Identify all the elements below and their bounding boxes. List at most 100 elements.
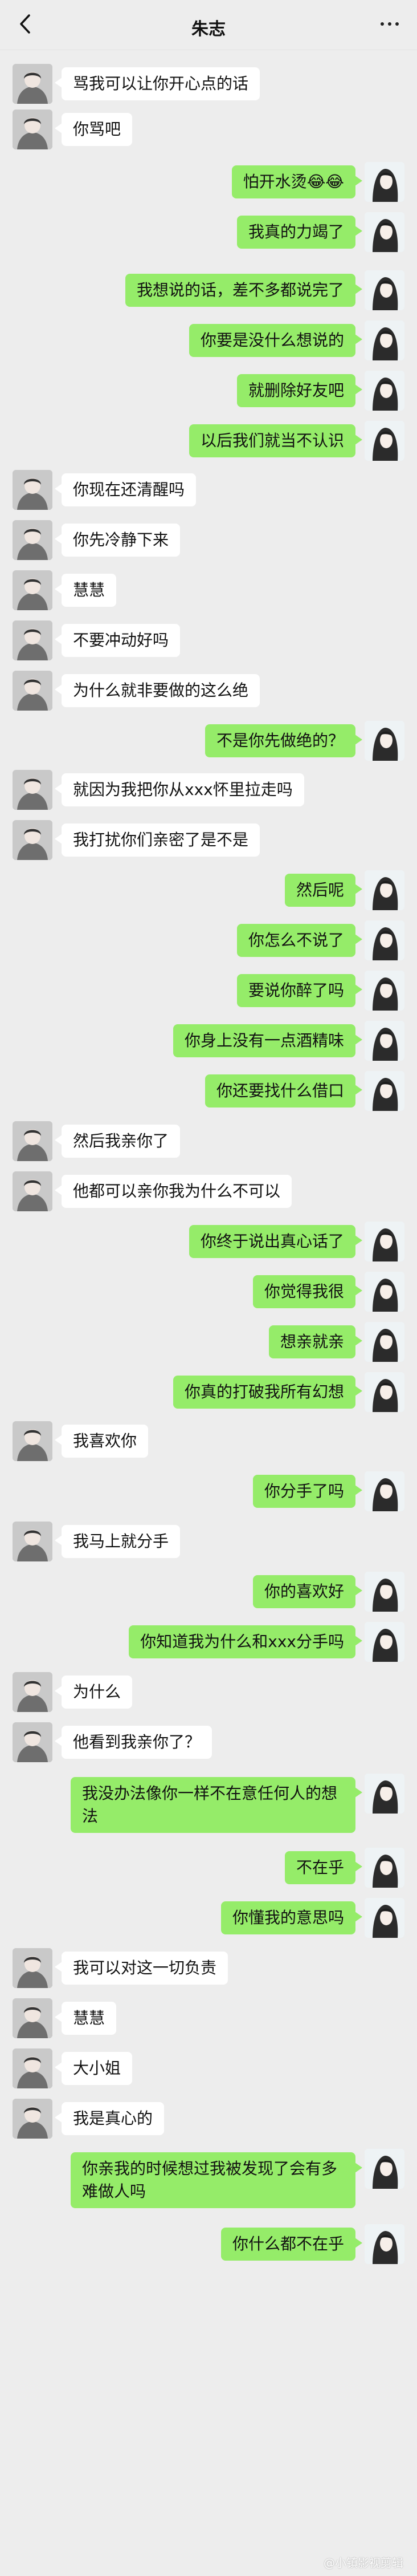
my-avatar[interactable] [365,721,404,761]
message-row-incoming: 他都可以亲你我为什么不可以 [0,1171,417,1211]
contact-avatar[interactable] [13,64,52,104]
contact-avatar[interactable] [13,520,52,560]
contact-avatar[interactable] [13,820,52,860]
message-bubble[interactable]: 我喜欢你 [54,1425,149,1458]
my-avatar[interactable] [365,162,404,202]
message-bubble[interactable]: 他看到我亲你了？ [54,1726,212,1759]
message-bubble[interactable]: 你分手了吗 [252,1475,363,1508]
message-bubble[interactable]: 不是你先做绝的？ [205,724,363,757]
my-avatar[interactable] [365,1572,404,1612]
contact-avatar[interactable] [13,1672,52,1712]
message-bubble[interactable]: 你现在还清醒吗 [54,473,197,506]
my-avatar[interactable] [365,321,404,360]
my-avatar[interactable] [365,270,404,310]
message-bubble[interactable]: 要说你醉了吗 [236,974,363,1007]
my-avatar[interactable] [365,371,404,411]
message-bubble[interactable]: 我真的力竭了 [236,216,363,249]
message-bubble[interactable]: 然后我亲你了 [54,1125,181,1158]
contact-avatar[interactable] [13,1722,52,1762]
more-button[interactable] [376,13,403,35]
message-row-incoming: 为什么就非要做的这么绝 [0,671,417,711]
contact-avatar[interactable] [13,1121,52,1161]
my-avatar[interactable] [365,1898,404,1938]
message-bubble[interactable]: 我打扰你们亲密了是不是 [54,823,260,857]
message-bubble[interactable]: 我想说的话，差不多都说完了 [125,274,363,307]
message-row-incoming: 慧慧 [0,1998,417,2038]
message-bubble[interactable]: 你怎么不说了 [236,924,363,957]
message-bubble[interactable]: 不在乎 [284,1851,363,1884]
contact-avatar[interactable] [13,1998,52,2038]
contact-avatar[interactable] [13,671,52,711]
message-bubble[interactable]: 大小姐 [54,2052,133,2085]
my-avatar[interactable] [365,1272,404,1312]
contact-avatar[interactable] [13,1171,52,1211]
message-bubble[interactable]: 就删除好友吧 [236,374,363,407]
my-avatar[interactable] [365,920,404,960]
message-bubble[interactable]: 你先冷静下来 [54,524,181,557]
message-bubble[interactable]: 为什么 [54,1676,133,1709]
message-bubble[interactable]: 你亲我的时候想过我被发现了会有多难做人吗 [71,2152,362,2208]
message-row-incoming: 我可以对这一切负责 [0,1948,417,1988]
message-bubble[interactable]: 你还要找什么借口 [205,1074,363,1108]
message-row-outgoing: 你要是没什么想说的 [0,321,417,360]
message-bubble[interactable]: 你终于说出真心话了 [189,1225,363,1258]
message-bubble[interactable]: 你骂吧 [54,113,133,146]
message-row-outgoing: 你怎么不说了 [0,920,417,960]
message-row-outgoing: 你知道我为什么和xxx分手吗 [0,1622,417,1662]
message-bubble[interactable]: 你什么都不在乎 [220,2228,363,2261]
contact-avatar[interactable] [13,2048,52,2088]
contact-avatar[interactable] [13,470,52,510]
message-bubble[interactable]: 怕开水烫😂😂 [231,165,363,198]
message-bubble[interactable]: 骂我可以让你开心点的话 [54,67,260,100]
my-avatar[interactable] [365,2224,404,2264]
message-bubble[interactable]: 他都可以亲你我为什么不可以 [54,1175,292,1208]
message-row-incoming: 大小姐 [0,2048,417,2088]
contact-avatar[interactable] [13,1522,52,1561]
message-bubble[interactable]: 然后呢 [284,874,363,907]
message-bubble[interactable]: 不要冲动好吗 [54,624,181,657]
my-avatar[interactable] [365,1222,404,1261]
contact-avatar[interactable] [13,1948,52,1988]
message-bubble[interactable]: 就因为我把你从xxx怀里拉走吗 [55,773,304,806]
message-bubble[interactable]: 我是真心的 [54,2102,165,2135]
contact-avatar[interactable] [13,770,52,810]
my-avatar[interactable] [365,870,404,910]
message-bubble[interactable]: 你身上没有一点酒精味 [173,1024,363,1057]
message-bubble[interactable]: 慧慧 [54,574,117,607]
my-avatar[interactable] [365,971,404,1011]
message-bubble[interactable]: 你懂我的意思吗 [220,1901,363,1934]
message-row-outgoing: 我没办法像你一样不在意任何人的想法 [0,1774,417,1833]
my-avatar[interactable] [365,1848,404,1888]
my-avatar[interactable] [365,1622,404,1662]
message-bubble[interactable]: 你要是没什么想说的 [189,324,363,357]
contact-avatar[interactable] [13,2099,52,2139]
my-avatar[interactable] [365,1322,404,1362]
contact-avatar[interactable] [13,1421,52,1461]
contact-avatar[interactable] [13,570,52,610]
message-bubble[interactable]: 想亲就亲 [268,1325,363,1358]
message-list[interactable]: 骂我可以让你开心点的话 你骂吧 怕开水烫😂😂 我真的力竭了 我想说的话，差不多都说完了你… [0,50,417,2576]
message-bubble[interactable]: 你觉得我很 [252,1275,363,1308]
my-avatar[interactable] [365,1471,404,1511]
my-avatar[interactable] [365,1071,404,1111]
message-bubble[interactable]: 你真的打破我所有幻想 [173,1376,363,1409]
message-row-incoming: 就因为我把你从xxx怀里拉走吗 [0,770,417,810]
message-bubble[interactable]: 慧慧 [54,2002,117,2035]
message-bubble[interactable]: 你知道我为什么和xxx分手吗 [129,1625,362,1658]
message-row-incoming: 我喜欢你 [0,1421,417,1461]
my-avatar[interactable] [365,1372,404,1412]
contact-avatar[interactable] [13,109,52,149]
message-bubble[interactable]: 以后我们就当不认识 [189,424,363,457]
my-avatar[interactable] [365,1774,404,1814]
my-avatar[interactable] [365,2149,404,2189]
my-avatar[interactable] [365,1021,404,1061]
my-avatar[interactable] [365,212,404,252]
message-bubble[interactable]: 为什么就非要做的这么绝 [54,674,260,707]
contact-avatar[interactable] [13,620,52,660]
message-bubble[interactable]: 我没办法像你一样不在意任何人的想法 [71,1777,362,1833]
message-row-outgoing: 以后我们就当不认识 [0,421,417,461]
message-bubble[interactable]: 我马上就分手 [54,1525,181,1558]
message-bubble[interactable]: 你的喜欢好 [252,1575,363,1608]
my-avatar[interactable] [365,421,404,461]
message-bubble[interactable]: 我可以对这一切负责 [54,1952,228,1985]
